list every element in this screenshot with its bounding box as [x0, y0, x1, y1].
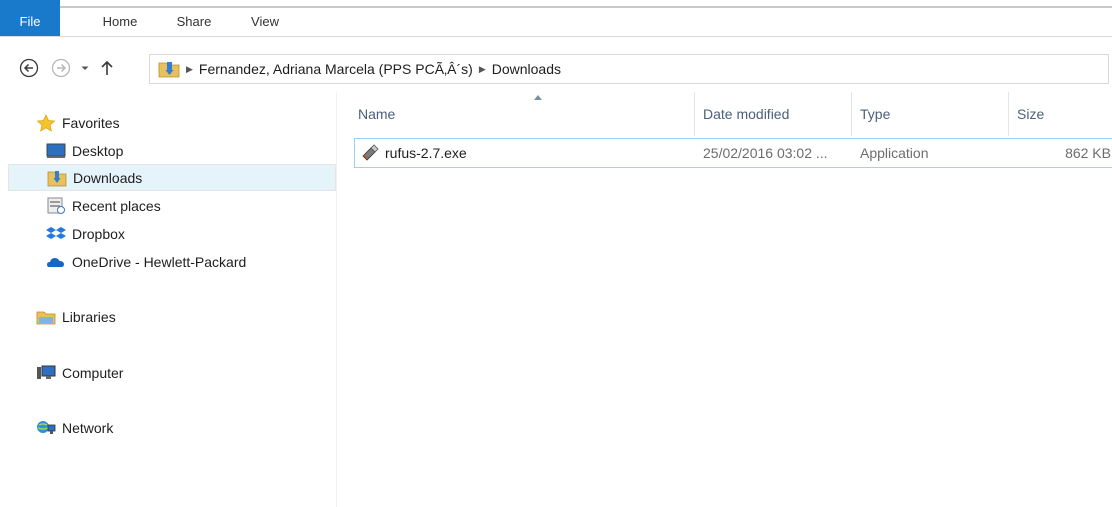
- up-button[interactable]: [96, 57, 118, 79]
- file-list: Name Date modified Type Size rufus-2.7.e…: [337, 92, 1112, 507]
- file-size: 862 KB: [1065, 145, 1111, 161]
- nav-downloads[interactable]: Downloads: [8, 164, 336, 191]
- file-date-modified: 25/02/2016 03:02 ...: [703, 145, 828, 161]
- onedrive-icon: [46, 253, 66, 271]
- nav-computer[interactable]: Computer: [36, 359, 123, 386]
- nav-onedrive[interactable]: OneDrive - Hewlett-Packard: [46, 248, 246, 275]
- column-header-size[interactable]: Size: [1009, 92, 1112, 136]
- usb-drive-icon: [361, 144, 379, 165]
- nav-network-label: Network: [62, 419, 114, 436]
- column-header-date[interactable]: Date modified: [695, 92, 851, 136]
- nav-desktop[interactable]: Desktop: [46, 137, 123, 164]
- tab-file[interactable]: File: [0, 8, 60, 36]
- file-type: Application: [860, 145, 929, 161]
- tab-view[interactable]: View: [240, 8, 290, 36]
- forward-button[interactable]: [50, 57, 72, 79]
- star-icon: [36, 113, 56, 132]
- nav-computer-label: Computer: [62, 364, 124, 381]
- column-type-label: Type: [860, 106, 891, 122]
- address-bar[interactable]: ▶ Fernandez, Adriana Marcela (PPS PCÃ‚Â´…: [149, 54, 1109, 84]
- nav-desktop-label: Desktop: [72, 142, 124, 159]
- table-row[interactable]: rufus-2.7.exe 25/02/2016 03:02 ... Appli…: [354, 138, 1112, 168]
- nav-dropbox-label: Dropbox: [72, 225, 125, 242]
- nav-recent-places[interactable]: Recent places: [46, 192, 161, 219]
- breadcrumb-user[interactable]: Fernandez, Adriana Marcela (PPS PCÃ‚Â´s): [199, 61, 473, 77]
- column-header-name[interactable]: Name: [354, 92, 694, 136]
- ribbon-tabs: File Home Share View: [0, 8, 1112, 37]
- column-size-label: Size: [1017, 106, 1045, 122]
- chevron-down-icon: [81, 66, 89, 70]
- forward-arrow-icon: [51, 58, 71, 78]
- column-name-label: Name: [358, 106, 396, 122]
- desktop-icon: [46, 142, 66, 160]
- nav-onedrive-label: OneDrive - Hewlett-Packard: [72, 253, 247, 270]
- column-header-type[interactable]: Type: [852, 92, 1008, 136]
- recent-locations-button[interactable]: [78, 57, 92, 79]
- recent-places-icon: [46, 197, 66, 215]
- computer-icon: [36, 364, 56, 382]
- window-top-border: [0, 0, 1112, 8]
- downloads-folder-icon: [47, 169, 67, 187]
- nav-dropbox[interactable]: Dropbox: [46, 220, 125, 247]
- libraries-icon: [36, 308, 56, 326]
- network-icon: [36, 419, 56, 437]
- sort-ascending-icon: [534, 95, 542, 100]
- nav-favorites-label: Favorites: [62, 114, 120, 131]
- tab-home[interactable]: Home: [92, 8, 148, 36]
- navigation-bar: ▶ Fernandez, Adriana Marcela (PPS PCÃ‚Â´…: [0, 52, 1112, 86]
- file-name: rufus-2.7.exe: [385, 145, 467, 161]
- up-arrow-icon: [101, 60, 113, 75]
- back-arrow-icon: [19, 58, 39, 78]
- file-tab-top: [0, 0, 60, 8]
- breadcrumb-separator-icon: ▶: [478, 63, 486, 74]
- column-date-label: Date modified: [703, 106, 790, 122]
- downloads-folder-icon: [158, 62, 180, 78]
- dropbox-icon: [46, 225, 66, 243]
- breadcrumb-separator-icon: ▶: [186, 63, 193, 74]
- back-button[interactable]: [18, 57, 40, 79]
- tab-share[interactable]: Share: [166, 8, 222, 36]
- nav-downloads-label: Downloads: [73, 169, 143, 186]
- nav-recent-places-label: Recent places: [72, 197, 161, 214]
- nav-favorites[interactable]: Favorites: [36, 109, 120, 136]
- nav-network[interactable]: Network: [36, 414, 113, 441]
- nav-libraries[interactable]: Libraries: [36, 303, 116, 330]
- navigation-pane: Favorites Desktop Downloads Recent place…: [0, 92, 337, 507]
- breadcrumb-downloads[interactable]: Downloads: [492, 61, 561, 77]
- nav-libraries-label: Libraries: [62, 308, 116, 325]
